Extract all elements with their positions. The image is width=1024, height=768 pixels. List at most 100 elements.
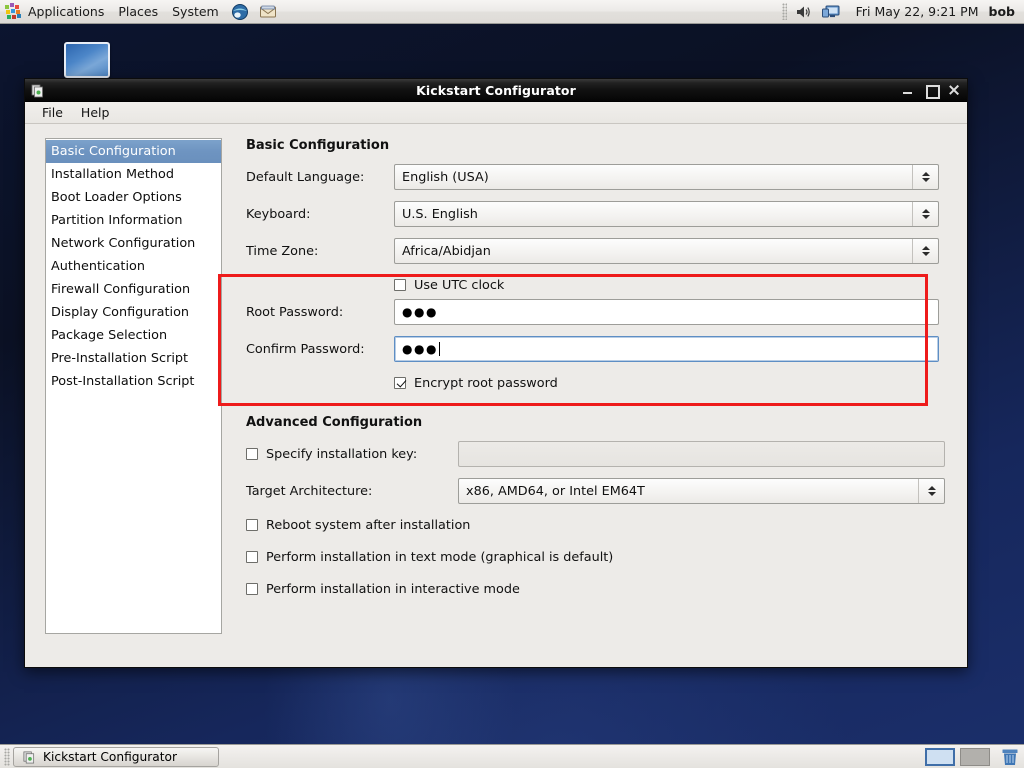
- target-architecture-label: Target Architecture:: [246, 483, 373, 499]
- window-title-bar[interactable]: Kickstart Configurator: [25, 79, 967, 102]
- keyboard-row: Keyboard: U.S. English: [246, 199, 951, 229]
- specify-installation-key-label: Specify installation key:: [266, 446, 418, 462]
- email-client-icon[interactable]: [254, 3, 282, 21]
- specify-installation-key-toggle[interactable]: Specify installation key:: [246, 442, 458, 466]
- advanced-configuration-heading: Advanced Configuration: [246, 415, 423, 430]
- encrypt-root-password-row[interactable]: Encrypt root password: [246, 371, 951, 395]
- confirm-password-value: ●●●: [402, 342, 438, 356]
- chevron-updown-icon[interactable]: [912, 202, 938, 226]
- file-menu[interactable]: File: [33, 103, 72, 122]
- menu-bar: File Help: [25, 102, 967, 124]
- default-language-row: Default Language: English (USA): [246, 162, 951, 192]
- target-architecture-value: x86, AMD64, or Intel EM64T: [466, 483, 645, 499]
- maximize-button[interactable]: [925, 84, 940, 99]
- taskbar-grip[interactable]: [4, 747, 10, 766]
- keyboard-select[interactable]: U.S. English: [394, 201, 939, 227]
- user-menu[interactable]: bob: [989, 4, 1024, 19]
- use-utc-clock-row[interactable]: Use UTC clock: [246, 273, 951, 297]
- chevron-updown-icon[interactable]: [912, 239, 938, 263]
- time-zone-row: Time Zone: Africa/Abidjan: [246, 236, 951, 266]
- sidebar-item-post-installation-script[interactable]: Post-Installation Script: [46, 370, 221, 393]
- sidebar-item-display-configuration[interactable]: Display Configuration: [46, 301, 221, 324]
- sidebar-item-partition-information[interactable]: Partition Information: [46, 209, 221, 232]
- web-browser-icon[interactable]: [226, 3, 254, 21]
- workspace-switcher-2[interactable]: [960, 747, 990, 766]
- default-language-value: English (USA): [402, 169, 489, 185]
- window-title: Kickstart Configurator: [416, 82, 576, 98]
- taskbar-window-button[interactable]: Kickstart Configurator: [13, 746, 219, 767]
- sidebar-item-firewall-configuration[interactable]: Firewall Configuration: [46, 278, 221, 301]
- confirm-password-input[interactable]: ●●●: [394, 336, 939, 362]
- sidebar-item-basic-configuration[interactable]: Basic Configuration: [46, 140, 221, 163]
- kickstart-icon: [22, 750, 36, 764]
- confirm-password-label: Confirm Password:: [246, 341, 365, 357]
- sidebar-item-installation-method[interactable]: Installation Method: [46, 163, 221, 186]
- applications-menu[interactable]: Applications: [0, 0, 111, 24]
- specify-installation-key-checkbox[interactable]: [246, 448, 258, 460]
- chevron-updown-icon[interactable]: [918, 479, 944, 503]
- workspace-switcher-1[interactable]: [925, 747, 955, 766]
- text-mode-installation-checkbox[interactable]: [246, 551, 258, 563]
- basic-configuration-heading: Basic Configuration: [246, 138, 390, 153]
- taskbar-window-label: Kickstart Configurator: [43, 749, 177, 764]
- target-architecture-row: Target Architecture: x86, AMD64, or Inte…: [246, 476, 951, 506]
- taskbar-tray: [925, 747, 1024, 767]
- keyboard-label: Keyboard:: [246, 206, 311, 222]
- use-utc-clock-label: Use UTC clock: [414, 277, 505, 293]
- default-language-label: Default Language:: [246, 169, 365, 185]
- volume-icon[interactable]: [790, 4, 817, 20]
- navigation-sidebar[interactable]: Basic Configuration Installation Method …: [45, 138, 222, 634]
- password-block: Use UTC clock Root Password: ●●● Confirm…: [246, 273, 951, 395]
- time-zone-select[interactable]: Africa/Abidjan: [394, 238, 939, 264]
- window-controls: [902, 84, 967, 99]
- sidebar-item-pre-installation-script[interactable]: Pre-Installation Script: [46, 347, 221, 370]
- help-menu[interactable]: Help: [72, 103, 119, 122]
- root-password-label: Root Password:: [246, 304, 344, 320]
- time-zone-label: Time Zone:: [246, 243, 319, 259]
- minimize-button[interactable]: [902, 84, 914, 96]
- advanced-block: Advanced Configuration Specify installat…: [246, 415, 951, 601]
- default-language-select[interactable]: English (USA): [394, 164, 939, 190]
- reboot-after-installation-checkbox[interactable]: [246, 519, 258, 531]
- use-utc-clock-checkbox[interactable]: [394, 279, 406, 291]
- kickstart-configurator-window: Kickstart Configurator File Help Basic C…: [24, 78, 968, 668]
- root-password-input[interactable]: ●●●: [394, 299, 939, 325]
- clock[interactable]: Fri May 22, 9:21 PM: [846, 4, 989, 19]
- root-password-value: ●●●: [402, 305, 438, 319]
- root-password-row: Root Password: ●●●: [246, 297, 951, 327]
- content-pane: Basic Configuration Default Language: En…: [218, 138, 951, 667]
- sidebar-item-network-configuration[interactable]: Network Configuration: [46, 232, 221, 255]
- places-menu-label: Places: [118, 4, 159, 19]
- encrypt-root-password-checkbox[interactable]: [394, 377, 406, 389]
- confirm-password-row: Confirm Password: ●●●: [246, 334, 951, 364]
- applications-menu-label: Applications: [28, 4, 105, 19]
- keyboard-value: U.S. English: [402, 206, 478, 222]
- trash-icon[interactable]: [1001, 747, 1019, 767]
- installation-key-input[interactable]: [458, 441, 945, 467]
- text-mode-installation-label: Perform installation in text mode (graph…: [266, 549, 614, 565]
- text-mode-installation-row[interactable]: Perform installation in text mode (graph…: [246, 545, 951, 569]
- interactive-mode-installation-checkbox[interactable]: [246, 583, 258, 595]
- system-menu[interactable]: System: [165, 0, 226, 24]
- display-icon[interactable]: [817, 4, 846, 20]
- system-menu-label: System: [172, 4, 219, 19]
- text-caret: [438, 342, 440, 356]
- bottom-taskbar: Kickstart Configurator: [0, 744, 1024, 768]
- fedora-apps-icon: [5, 3, 22, 20]
- places-menu[interactable]: Places: [111, 0, 165, 24]
- interactive-mode-installation-row[interactable]: Perform installation in interactive mode: [246, 577, 951, 601]
- window-body: Basic Configuration Installation Method …: [25, 124, 967, 667]
- computer-icon-screen: [64, 42, 110, 78]
- sidebar-item-authentication[interactable]: Authentication: [46, 255, 221, 278]
- sidebar-item-boot-loader-options[interactable]: Boot Loader Options: [46, 186, 221, 209]
- target-architecture-select[interactable]: x86, AMD64, or Intel EM64T: [458, 478, 945, 504]
- reboot-after-installation-row[interactable]: Reboot system after installation: [246, 513, 951, 537]
- close-button[interactable]: [948, 84, 960, 96]
- encrypt-root-password-label: Encrypt root password: [414, 375, 558, 391]
- interactive-mode-installation-label: Perform installation in interactive mode: [266, 581, 520, 597]
- chevron-updown-icon[interactable]: [912, 165, 938, 189]
- panel-separator: [781, 3, 787, 20]
- reboot-after-installation-label: Reboot system after installation: [266, 517, 471, 533]
- sidebar-item-package-selection[interactable]: Package Selection: [46, 324, 221, 347]
- desktop: Applications Places System Fri May 22, 9…: [0, 0, 1024, 768]
